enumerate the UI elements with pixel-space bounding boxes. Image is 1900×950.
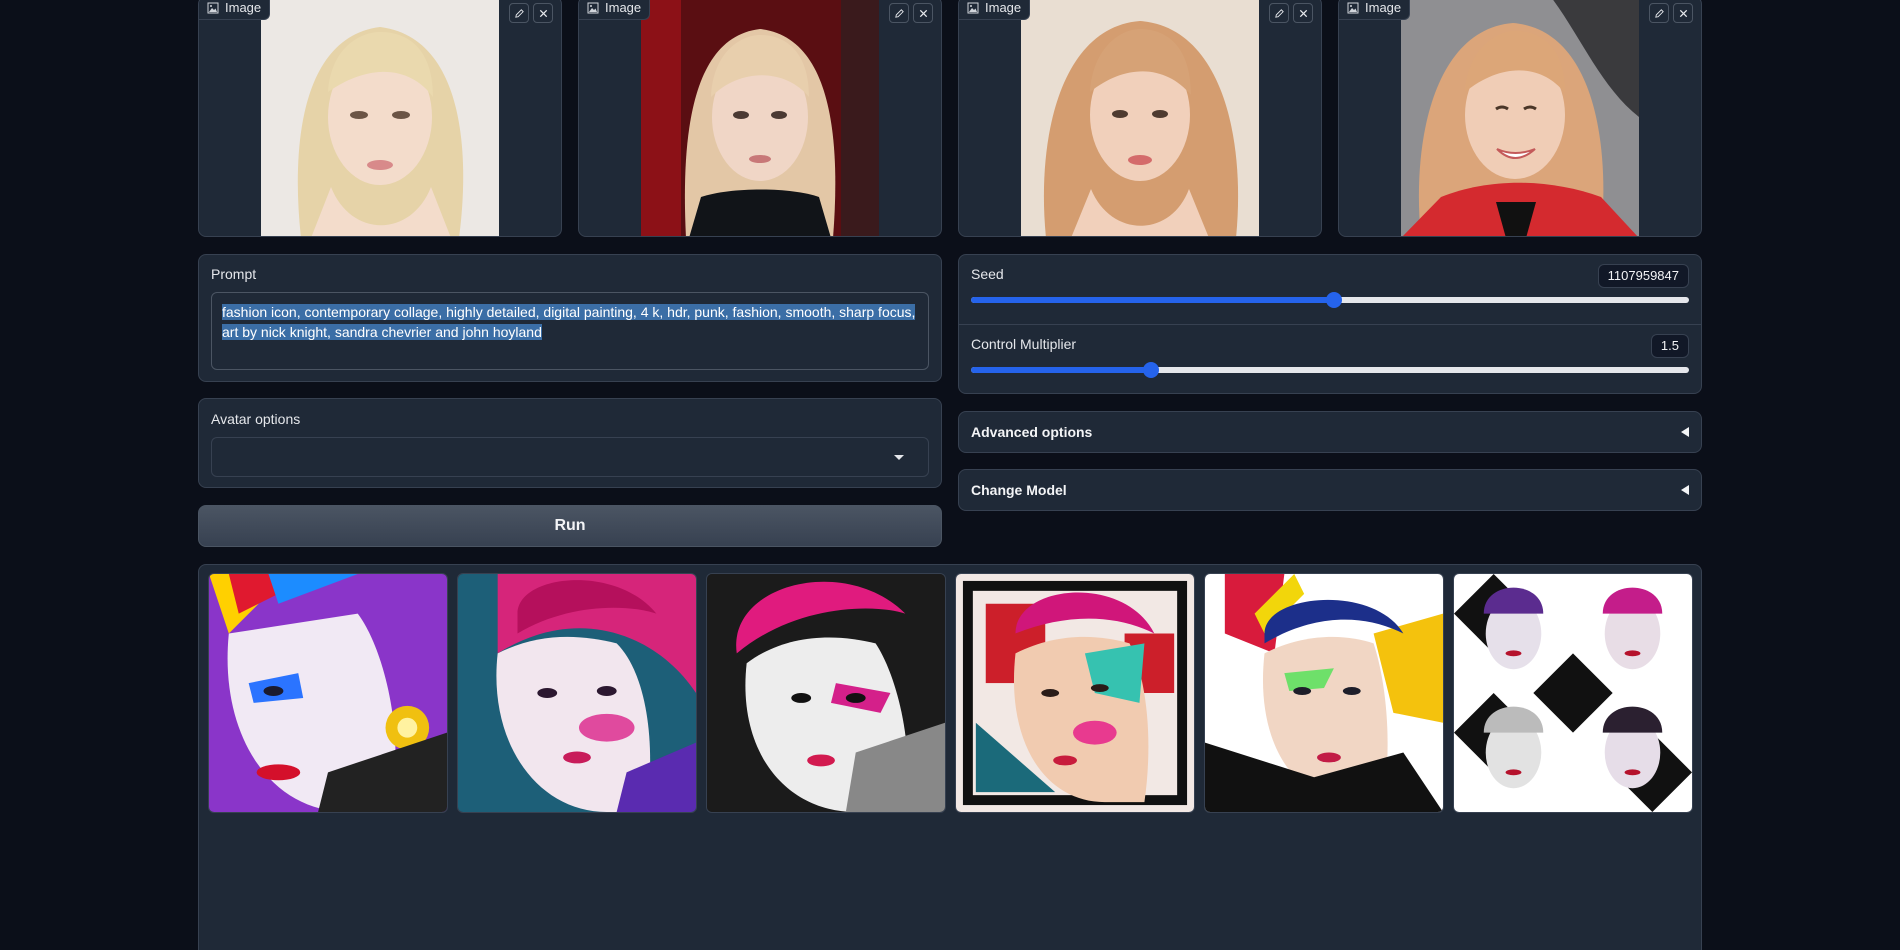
image-label: Image [1339, 0, 1411, 20]
generated-portrait-1 [209, 574, 447, 812]
generated-portrait-4 [956, 574, 1194, 812]
control-multiplier-block: Control Multiplier 1.5 [959, 325, 1701, 394]
avatar-options-label: Avatar options [211, 411, 301, 427]
clear-button[interactable] [913, 3, 933, 23]
image-input-3[interactable]: Image [958, 0, 1322, 237]
collapse-arrow-icon [1681, 485, 1689, 495]
pencil-icon [514, 8, 524, 18]
gallery-image-5[interactable] [1204, 573, 1444, 813]
pencil-icon [1654, 8, 1664, 18]
close-icon [1299, 9, 1307, 17]
image-icon [967, 2, 979, 13]
pencil-icon [1274, 8, 1284, 18]
pencil-icon [894, 8, 904, 18]
control-multiplier-slider[interactable] [971, 362, 1689, 378]
gallery-image-6[interactable] [1453, 573, 1693, 813]
seed-input[interactable]: 1107959847 [1597, 264, 1689, 288]
generated-collage-6 [1454, 574, 1692, 812]
control-multiplier-input[interactable]: 1.5 [1650, 334, 1689, 358]
generated-portrait-5 [1205, 574, 1443, 812]
avatar-options-dropdown[interactable] [211, 437, 929, 477]
sliders-panel: Seed 1107959847 Control Multiplier 1.5 [958, 254, 1702, 394]
close-icon [1679, 9, 1687, 17]
seed-block: Seed 1107959847 [959, 255, 1701, 325]
change-model-title: Change Model [971, 482, 1067, 498]
advanced-options-title: Advanced options [971, 424, 1093, 440]
chevron-down-icon [894, 455, 904, 460]
prompt-textarea[interactable]: fashion icon, contemporary collage, high… [211, 292, 929, 370]
seed-slider[interactable] [971, 292, 1689, 308]
edit-button[interactable] [889, 3, 909, 23]
advanced-options-accordion[interactable]: Advanced options [958, 411, 1702, 453]
edit-button[interactable] [1649, 3, 1669, 23]
output-gallery [198, 564, 1702, 950]
control-multiplier-slider-thumb[interactable] [1142, 362, 1159, 378]
image-icon [1347, 2, 1359, 13]
image-label: Image [579, 0, 651, 20]
gallery-image-4[interactable] [955, 573, 1195, 813]
image-input-1[interactable]: Image [198, 0, 562, 237]
seed-slider-thumb[interactable] [1325, 292, 1342, 308]
clear-button[interactable] [533, 3, 553, 23]
generated-portrait-3 [707, 574, 945, 812]
gallery-image-2[interactable] [457, 573, 697, 813]
prompt-label: Prompt [211, 266, 257, 282]
portrait-photo-3 [1021, 0, 1259, 236]
image-label: Image [959, 0, 1031, 20]
edit-button[interactable] [509, 3, 529, 23]
seed-slider-fill [971, 297, 1334, 303]
edit-button[interactable] [1269, 3, 1289, 23]
control-multiplier-label: Control Multiplier [971, 336, 1077, 352]
seed-label: Seed [971, 266, 1004, 282]
clear-button[interactable] [1293, 3, 1313, 23]
clear-button[interactable] [1673, 3, 1693, 23]
image-icon [207, 2, 219, 13]
image-label: Image [199, 0, 271, 20]
collapse-arrow-icon [1681, 427, 1689, 437]
close-icon [539, 9, 547, 17]
avatar-options-panel: Avatar options [198, 398, 942, 488]
gallery-image-3[interactable] [706, 573, 946, 813]
generated-portrait-2 [458, 574, 696, 812]
change-model-accordion[interactable]: Change Model [958, 469, 1702, 511]
run-button[interactable]: Run [198, 505, 942, 547]
portrait-photo-2 [641, 0, 879, 236]
prompt-panel: Prompt fashion icon, contemporary collag… [198, 254, 942, 382]
portrait-photo-1 [261, 0, 499, 236]
prompt-text: fashion icon, contemporary collage, high… [222, 304, 916, 340]
gallery-image-1[interactable] [208, 573, 448, 813]
image-input-4[interactable]: Image [1338, 0, 1702, 237]
control-multiplier-slider-fill [971, 367, 1151, 373]
image-icon [587, 2, 599, 13]
image-input-2[interactable]: Image [578, 0, 942, 237]
portrait-photo-4 [1401, 0, 1639, 236]
close-icon [919, 9, 927, 17]
